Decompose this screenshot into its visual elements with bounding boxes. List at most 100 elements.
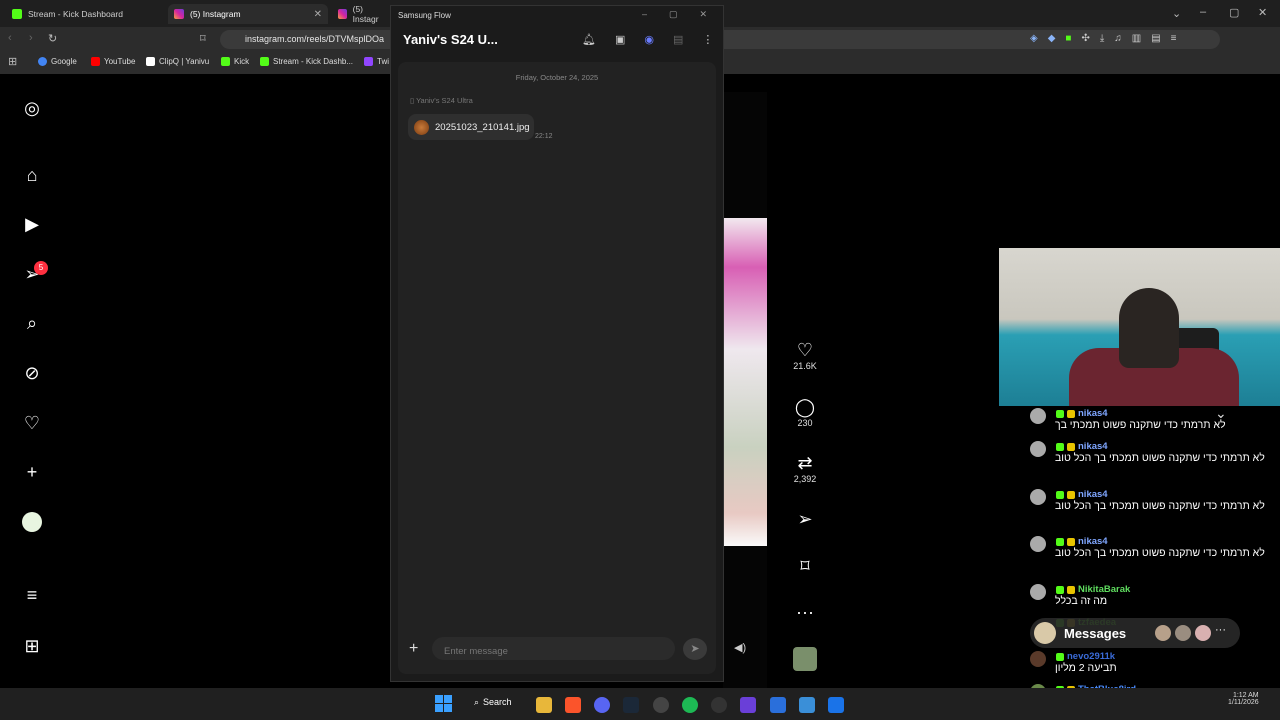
google-icon bbox=[38, 57, 47, 66]
tab-kick-dashboard[interactable]: Stream - Kick Dashboard bbox=[6, 4, 166, 24]
instagram-logo-icon[interactable]: ◎ bbox=[20, 96, 44, 120]
avatar bbox=[1030, 489, 1046, 505]
file-message[interactable]: 20251023_210141.jpg bbox=[408, 114, 534, 140]
app-icon[interactable] bbox=[770, 697, 786, 713]
tab-instagram-2[interactable]: (5) Instagr bbox=[332, 4, 392, 24]
discord-icon[interactable] bbox=[594, 697, 610, 713]
sync-icon[interactable]: ◉ bbox=[644, 33, 654, 46]
device-label: ▯ Yaniv's S24 Ultra bbox=[410, 96, 473, 105]
clipboard-icon[interactable]: ▣ bbox=[615, 33, 625, 46]
sub-badge-icon bbox=[1067, 442, 1075, 451]
close-icon[interactable]: ✕ bbox=[700, 9, 708, 20]
explore-icon[interactable]: ⊘ bbox=[20, 361, 44, 385]
chat-message: nevo2911k תביעה 2 מליון bbox=[1030, 651, 1270, 675]
save-button[interactable]: ⌑ bbox=[790, 556, 820, 577]
menu-icon[interactable]: ≡ bbox=[1171, 33, 1177, 44]
close-tab-icon[interactable]: ✕ bbox=[314, 9, 322, 20]
forward-icon[interactable]: › bbox=[29, 32, 33, 44]
start-button[interactable] bbox=[435, 695, 452, 712]
like-button[interactable]: ♡ 21.6K bbox=[790, 340, 820, 371]
taskbar-search[interactable]: ⌕ Search bbox=[474, 697, 512, 708]
kick-badge-icon bbox=[1056, 442, 1064, 451]
minimize-icon[interactable]: – bbox=[1200, 6, 1206, 18]
repost-icon: ⇄ bbox=[797, 453, 813, 473]
bookmark-kick-dashboard[interactable]: Stream - Kick Dashb... bbox=[260, 57, 353, 66]
apps-grid-icon[interactable]: ⊞ bbox=[8, 55, 17, 68]
reload-icon[interactable]: ↻ bbox=[48, 32, 57, 45]
kick-icon bbox=[12, 9, 22, 19]
chat-user: nikas4 bbox=[1056, 441, 1270, 452]
bell-icon[interactable]: 🔔︎ bbox=[582, 33, 596, 46]
more-dots-icon[interactable]: ··· bbox=[1215, 624, 1226, 636]
maximize-icon[interactable]: ▢ bbox=[1229, 6, 1239, 19]
heart-icon[interactable]: ♡ bbox=[20, 411, 44, 435]
music-icon[interactable]: ♫ bbox=[1114, 33, 1122, 44]
file-explorer-icon[interactable] bbox=[536, 697, 552, 713]
puzzle-icon[interactable]: ✣ bbox=[1081, 33, 1089, 44]
repost-button[interactable]: ⇄ 2,392 bbox=[790, 453, 820, 484]
bookmark-kick[interactable]: Kick bbox=[221, 57, 249, 66]
comment-button[interactable]: ◯ 230 bbox=[790, 397, 820, 428]
search-icon[interactable]: ⌕ bbox=[20, 311, 44, 335]
brave-icon[interactable] bbox=[565, 697, 581, 713]
avatar bbox=[1030, 441, 1046, 457]
messages-popup[interactable]: Messages ··· bbox=[1030, 618, 1240, 648]
audio-thumbnail[interactable] bbox=[793, 647, 817, 671]
create-icon[interactable]: + bbox=[20, 460, 44, 484]
extension-icon[interactable]: ■ bbox=[1065, 33, 1071, 44]
wallet-icon[interactable]: ▤ bbox=[1151, 33, 1160, 44]
windows-taskbar bbox=[0, 688, 1280, 720]
attach-plus-icon[interactable]: + bbox=[409, 640, 418, 658]
reels-icon[interactable]: ▶ bbox=[20, 212, 44, 236]
message-time: 22:12 bbox=[535, 133, 553, 140]
windows-logo-icon bbox=[435, 695, 443, 703]
bookmark-google[interactable]: Google bbox=[38, 57, 77, 66]
bookmark-twitch[interactable]: Twi bbox=[364, 57, 389, 66]
maximize-icon[interactable]: ▢ bbox=[669, 9, 678, 20]
instagram-favicon-icon bbox=[338, 9, 347, 19]
tab-instagram-active[interactable]: (5) Instagram ✕ bbox=[168, 4, 328, 24]
volume-icon[interactable]: ◀) bbox=[734, 641, 746, 654]
share-button[interactable]: ➢ bbox=[790, 509, 820, 530]
app-icon[interactable] bbox=[711, 697, 727, 713]
app-grid-icon[interactable] bbox=[740, 697, 756, 713]
apps-icon[interactable]: ⊞ bbox=[20, 634, 44, 658]
more-options-button[interactable]: ··· bbox=[790, 602, 820, 623]
chevron-down-icon[interactable]: ⌄ bbox=[1172, 7, 1181, 20]
repost-count: 2,392 bbox=[793, 474, 817, 484]
extension-icon[interactable]: ◈ bbox=[1030, 33, 1038, 44]
obs-icon[interactable] bbox=[653, 697, 669, 713]
sidebar-icon[interactable]: ▥ bbox=[1132, 33, 1141, 44]
back-icon[interactable]: ‹ bbox=[8, 32, 12, 44]
message-input[interactable] bbox=[432, 637, 675, 660]
avatar bbox=[1030, 584, 1046, 600]
screen-mirror-icon[interactable]: ▤ bbox=[673, 33, 683, 46]
search-label: Search bbox=[483, 697, 512, 707]
home-icon[interactable]: ⌂ bbox=[20, 163, 44, 187]
more-menu-icon[interactable]: ≡ bbox=[20, 583, 44, 607]
chat-user: nikas4 bbox=[1056, 489, 1270, 500]
clock-date: 1/11/2026 bbox=[1228, 699, 1259, 706]
extension-icon[interactable]: ◆ bbox=[1048, 33, 1056, 44]
chat-user: NikitaBarak bbox=[1056, 584, 1270, 595]
samsung-flow-taskbar-icon[interactable] bbox=[828, 697, 844, 713]
download-icon[interactable]: ⤓ bbox=[1100, 33, 1104, 44]
app-icon[interactable] bbox=[799, 697, 815, 713]
minimize-icon[interactable]: – bbox=[642, 9, 647, 20]
close-window-icon[interactable]: ✕ bbox=[1258, 6, 1267, 19]
send-icon: ➢ bbox=[797, 509, 813, 529]
send-button[interactable]: ➤ bbox=[683, 638, 707, 660]
bookmark-label: Kick bbox=[234, 57, 250, 66]
clock[interactable]: 1:12 AM 1/11/2026 bbox=[1228, 692, 1259, 706]
more-vertical-icon[interactable]: ⋮ bbox=[702, 33, 713, 46]
chat-user: nevo2911k bbox=[1056, 651, 1270, 662]
bookmark-youtube[interactable]: YouTube bbox=[91, 57, 135, 66]
device-name: Yaniv's S24 Ultra bbox=[416, 96, 473, 105]
bookmark-clipq[interactable]: ClipQ | Yanivu bbox=[146, 57, 209, 66]
bookmark-icon[interactable]: ⌑ bbox=[200, 32, 206, 45]
kick-badge-icon bbox=[1056, 490, 1064, 499]
spotify-icon[interactable] bbox=[682, 697, 698, 713]
sub-badge-icon bbox=[1067, 585, 1075, 594]
steam-icon[interactable] bbox=[623, 697, 639, 713]
profile-avatar[interactable] bbox=[22, 512, 42, 532]
